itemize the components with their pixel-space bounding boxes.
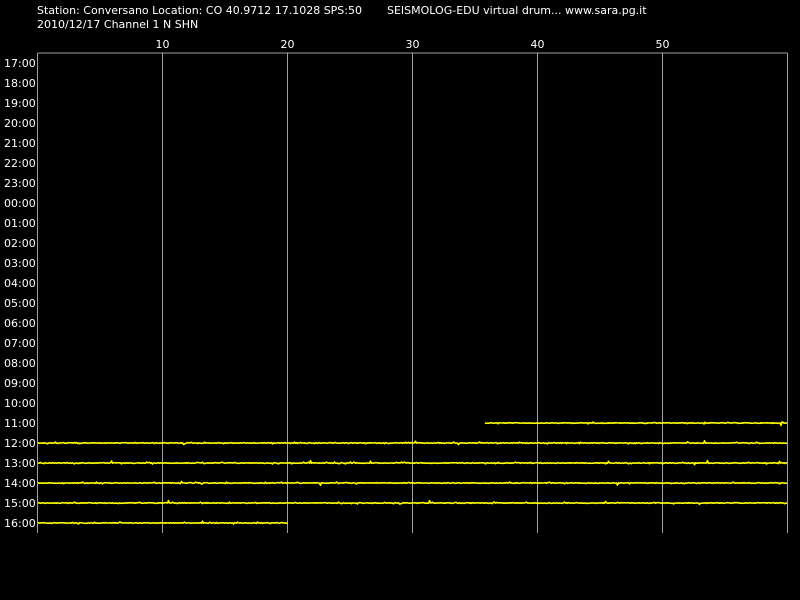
row-label: 02:00 [4, 237, 36, 250]
row-label: 16:00 [4, 517, 36, 530]
row-label: 09:00 [4, 377, 36, 390]
row-label: 21:00 [4, 137, 36, 150]
row-labels: 17:00 18:00 19:00 20:00 21:00 22:00 23:00 00:00… [4, 57, 36, 530]
row-label: 18:00 [4, 77, 36, 90]
row-label: 23:00 [4, 177, 36, 190]
row-label: 00:00 [4, 197, 36, 210]
trace-1100 [484, 421, 788, 427]
row-label: 06:00 [4, 317, 36, 330]
x-tick-labels: 10 20 30 40 50 [156, 38, 670, 51]
row-label: 01:00 [4, 217, 36, 230]
x-tick-label: 50 [656, 38, 670, 51]
row-label: 04:00 [4, 277, 36, 290]
row-label: 05:00 [4, 297, 36, 310]
x-tick-label: 40 [531, 38, 545, 51]
row-label: 12:00 [4, 437, 36, 450]
x-tick-label: 20 [281, 38, 295, 51]
row-label: 22:00 [4, 157, 36, 170]
row-label: 19:00 [4, 97, 36, 110]
seismograph-drum: 10 20 30 40 50 17:00 18:00 19:00 20:00 21:00 22:0… [4, 38, 788, 533]
x-tick-label: 10 [156, 38, 170, 51]
row-label: 10:00 [4, 397, 36, 410]
grid-lines [162, 53, 663, 533]
row-label: 08:00 [4, 357, 36, 370]
row-label: 14:00 [4, 477, 36, 490]
x-tick-label: 30 [406, 38, 420, 51]
row-label: 11:00 [4, 417, 36, 430]
row-label: 03:00 [4, 257, 36, 270]
row-label: 07:00 [4, 337, 36, 350]
row-label: 20:00 [4, 117, 36, 130]
row-label: 17:00 [4, 57, 36, 70]
row-label: 13:00 [4, 457, 36, 470]
row-label: 15:00 [4, 497, 36, 510]
